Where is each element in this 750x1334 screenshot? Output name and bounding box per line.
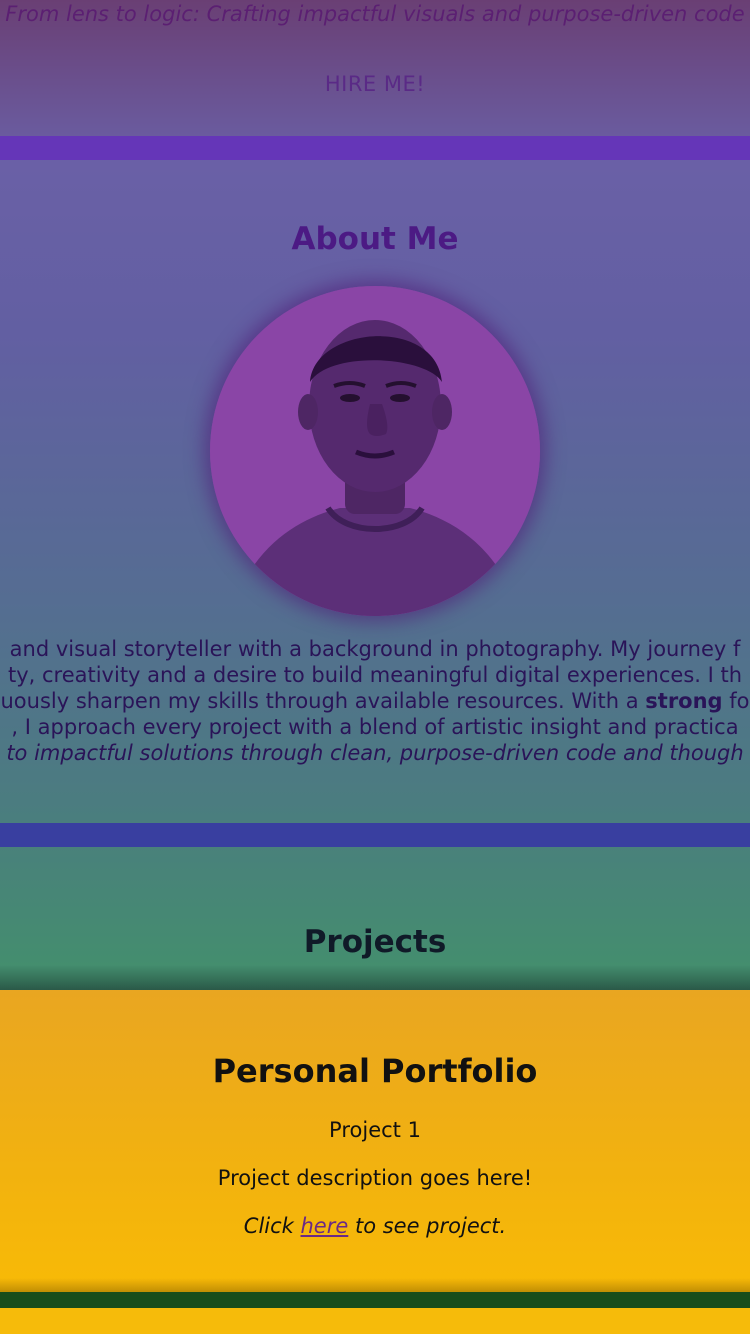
next-project-card [0,1308,750,1334]
section-divider [0,1292,750,1308]
section-divider [0,136,750,160]
section-shadow [0,965,750,991]
project-card: Personal Portfolio Project 1 Project des… [0,990,750,1292]
link-prefix: Click [243,1214,301,1238]
project-description: Project description goes here! [217,1166,533,1190]
link-suffix: to see project. [348,1214,507,1238]
bio-line: , I approach every project with a blend … [11,715,739,739]
project-link[interactable]: here [301,1214,349,1238]
bio-italic-text: to impactful solutions through clean, pu… [6,741,744,765]
about-title: About Me [291,221,459,257]
bio-line-text: uously sharpen my skills through availab… [0,689,646,713]
hero-section: From lens to logic: Crafting impactful v… [0,0,750,136]
portrait-image [210,286,540,616]
avatar [210,286,540,616]
bio-strong-text: strong [645,689,723,713]
bio-line: uously sharpen my skills through availab… [0,688,750,714]
about-bio: and visual storyteller with a background… [0,636,750,766]
projects-title: Projects [303,924,447,960]
project-title: Personal Portfolio [212,1052,538,1090]
bio-line: and visual storyteller with a background… [9,637,741,661]
project-subtitle: Project 1 [329,1118,421,1142]
hire-me-button[interactable]: HIRE ME! [0,72,750,96]
bio-line: to impactful solutions through clean, pu… [0,740,750,766]
bio-line: ty, creativity and a desire to build mea… [7,663,743,687]
card-shade [0,1278,750,1292]
hero-tagline: From lens to logic: Crafting impactful v… [5,2,745,26]
section-divider [0,823,750,847]
project-link-line: Click here to see project. [0,1214,750,1238]
bio-line-tail: fo [722,689,750,713]
